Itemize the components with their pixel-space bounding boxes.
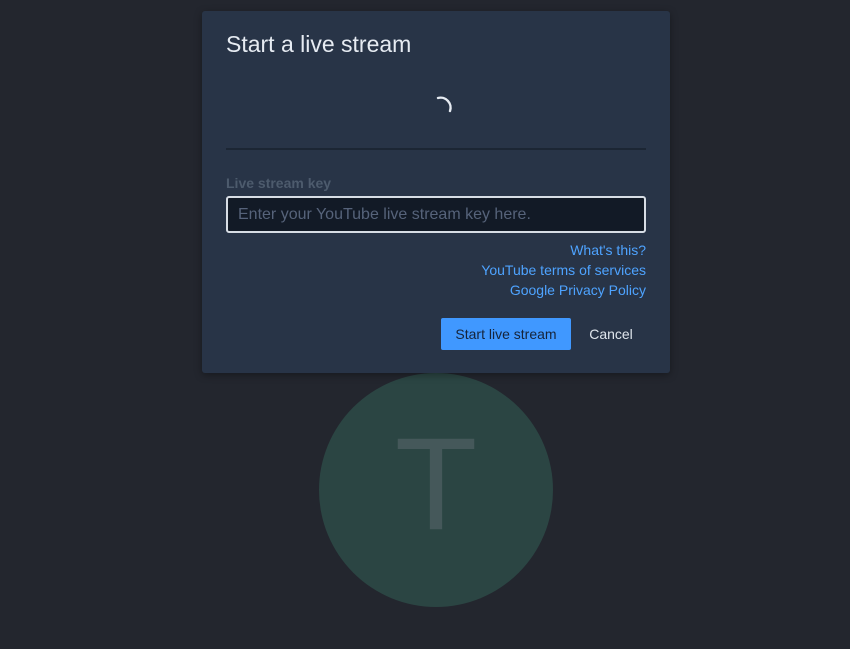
whats-this-link[interactable]: What's this? — [481, 240, 646, 260]
help-links: What's this? YouTube terms of services G… — [481, 240, 646, 300]
start-live-stream-button[interactable]: Start live stream — [441, 318, 571, 350]
avatar: T — [319, 373, 553, 607]
app-stage: T Start a live stream Live stream key Wh… — [0, 0, 850, 649]
stream-key-label: Live stream key — [226, 175, 332, 191]
cancel-button[interactable]: Cancel — [580, 318, 642, 350]
stream-key-input[interactable] — [226, 196, 646, 233]
google-privacy-link[interactable]: Google Privacy Policy — [481, 280, 646, 300]
avatar-letter: T — [398, 415, 474, 559]
live-stream-dialog: Start a live stream Live stream key What… — [202, 11, 670, 373]
divider — [226, 148, 646, 150]
youtube-terms-link[interactable]: YouTube terms of services — [481, 260, 646, 280]
dialog-title: Start a live stream — [226, 31, 412, 57]
spinner-icon — [436, 96, 452, 113]
